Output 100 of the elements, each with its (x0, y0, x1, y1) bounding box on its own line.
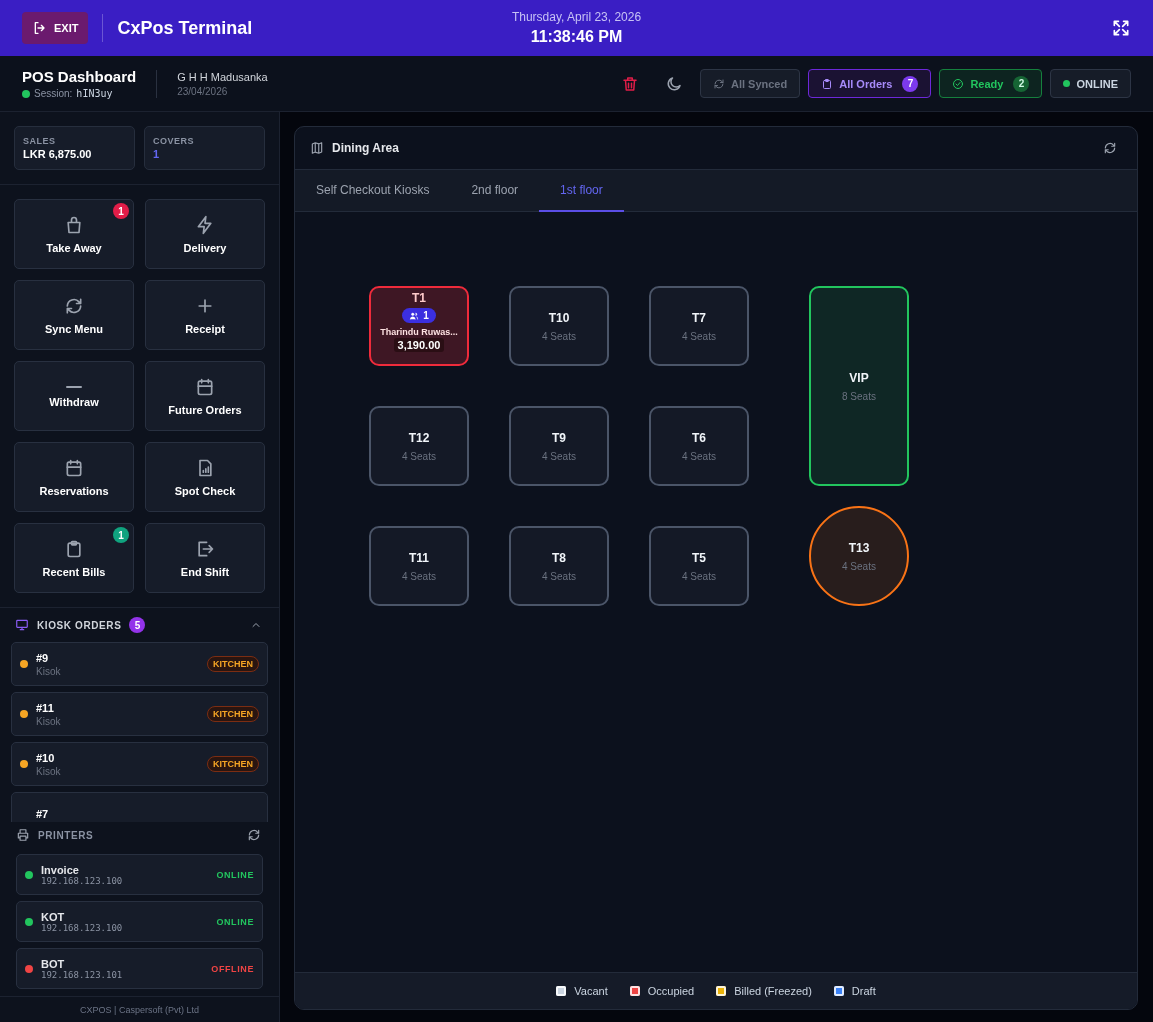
exit-button[interactable]: EXIT (22, 12, 89, 44)
table-name: T10 (548, 310, 570, 325)
footer-text: CXPOS | Caspersoft (Pvt) Ltd (0, 996, 279, 1022)
kiosk-order-row[interactable]: #11 Kisok KITCHEN (11, 692, 268, 736)
count-badge: 1 (113, 527, 129, 543)
kiosk-order-row[interactable]: #9 Kisok KITCHEN (11, 642, 268, 686)
order-source: Kisok (36, 715, 62, 727)
legend-label: Vacant (574, 985, 608, 997)
table-card[interactable]: T10 4 Seats (509, 286, 609, 366)
order-source: Kisok (36, 765, 62, 777)
minus-icon (64, 384, 84, 389)
kiosk-order-row[interactable]: #10 Kisok KITCHEN (11, 742, 268, 786)
order-number: #11 (36, 701, 55, 714)
seat-count: 4 Seats (402, 450, 436, 462)
count-badge: 7 (902, 75, 919, 92)
all-orders-button[interactable]: All Orders 7 (808, 69, 932, 98)
table-amount: 3,190.00 (393, 338, 445, 352)
printer-name: BOT (41, 957, 66, 970)
refresh-icon (1103, 141, 1117, 155)
order-number: #10 (36, 751, 56, 764)
clipboard-icon (821, 77, 834, 90)
dashboard-title: POS Dashboard (22, 68, 137, 85)
printer-status: ONLINE (216, 869, 254, 880)
action-button[interactable]: Reservations (14, 442, 134, 512)
floor-tab[interactable]: Self Checkout Kiosks (295, 170, 451, 212)
section-title: PRINTERS (38, 829, 94, 841)
table-card[interactable]: T12 4 Seats (369, 406, 469, 486)
seat-count: 4 Seats (402, 570, 436, 582)
monitor-icon (15, 618, 29, 632)
action-button[interactable]: Delivery (145, 199, 265, 269)
seat-count: 4 Seats (682, 570, 716, 582)
calendar-icon (195, 376, 215, 397)
fullscreen-button[interactable] (1111, 18, 1131, 38)
printer-ip: 192.168.123.101 (41, 969, 124, 980)
seat-count: 4 Seats (682, 450, 716, 462)
online-dot (1063, 80, 1071, 87)
round-table[interactable]: T13 4 Seats (809, 506, 909, 606)
table-card[interactable]: T5 4 Seats (649, 526, 749, 606)
stat-label: COVERS (153, 136, 195, 146)
table-name: T11 (409, 550, 429, 565)
guest-count-badge: 1 (402, 308, 436, 323)
table-name: T5 (692, 550, 706, 565)
seat-count: 4 Seats (842, 560, 876, 572)
printer-ip: 192.168.123.100 (41, 922, 124, 933)
action-button[interactable]: Take Away 1 (14, 199, 134, 269)
table-card[interactable]: T8 4 Seats (509, 526, 609, 606)
legend-label: Billed (Freezed) (734, 985, 812, 997)
section-title: KIOSK ORDERS (37, 619, 122, 631)
order-number: #7 (36, 808, 50, 820)
order-source: Kisok (36, 665, 62, 677)
floor-tab[interactable]: 2nd floor (450, 170, 540, 212)
session-id: hIN3uy (76, 88, 113, 99)
action-button[interactable]: Receipt (145, 280, 265, 350)
action-button[interactable]: Spot Check (145, 442, 265, 512)
refresh-icon (247, 828, 261, 842)
seat-count: 4 Seats (682, 330, 716, 342)
ready-orders-button[interactable]: Ready 2 (939, 69, 1043, 98)
lightning-icon (195, 214, 215, 235)
printer-ip: 192.168.123.100 (41, 875, 124, 886)
table-card[interactable]: T11 4 Seats (369, 526, 469, 606)
table-card[interactable]: T1 1 Tharindu Ruwas... 3,190.00 (369, 286, 469, 366)
stat-label: SALES (23, 136, 57, 146)
table-name: VIP (849, 370, 869, 385)
printer-status: ONLINE (216, 916, 254, 927)
stat-value: LKR 6,875.00 (23, 148, 93, 160)
legend-label: Occupied (647, 985, 695, 997)
order-number: #9 (36, 651, 50, 664)
customer-name: Tharindu Ruwas... (380, 327, 458, 337)
table-card[interactable]: VIP 8 Seats (809, 286, 909, 486)
count-badge: 5 (129, 617, 146, 633)
action-button[interactable]: End Shift (145, 523, 265, 593)
table-name: T12 (408, 430, 430, 445)
table-card[interactable]: T6 4 Seats (649, 406, 749, 486)
table-name: T1 (412, 291, 426, 305)
session-label: Session: (34, 88, 73, 99)
calendar-icon (64, 457, 84, 478)
status-badge: KITCHEN (207, 756, 259, 772)
kiosk-order-row[interactable]: #7 (11, 792, 268, 822)
count-badge: 2 (1013, 75, 1030, 92)
clock-time: 11:38:46 PM (529, 28, 624, 46)
stat-value: 1 (153, 148, 161, 160)
printer-name: Invoice (41, 863, 80, 876)
status-badge: KITCHEN (207, 656, 259, 672)
table-card[interactable]: T9 4 Seats (509, 406, 609, 486)
action-button[interactable]: Sync Menu (14, 280, 134, 350)
shopping-bag-icon (64, 214, 84, 235)
seat-count: 4 Seats (542, 330, 576, 342)
table-name: T6 (692, 430, 706, 445)
action-button[interactable]: Future Orders (145, 361, 265, 431)
table-name: T8 (552, 550, 566, 565)
online-status[interactable]: ONLINE (1050, 69, 1131, 98)
seat-count: 4 Seats (542, 570, 576, 582)
count-badge: 1 (113, 203, 129, 219)
action-button[interactable]: Withdraw (14, 361, 134, 431)
table-card[interactable]: T7 4 Seats (649, 286, 749, 366)
floor-tab[interactable]: 1st floor (539, 170, 624, 212)
map-icon (310, 141, 324, 155)
status-badge: KITCHEN (207, 706, 259, 722)
action-button[interactable]: Recent Bills 1 (14, 523, 134, 593)
fullscreen-icon (1111, 18, 1131, 38)
